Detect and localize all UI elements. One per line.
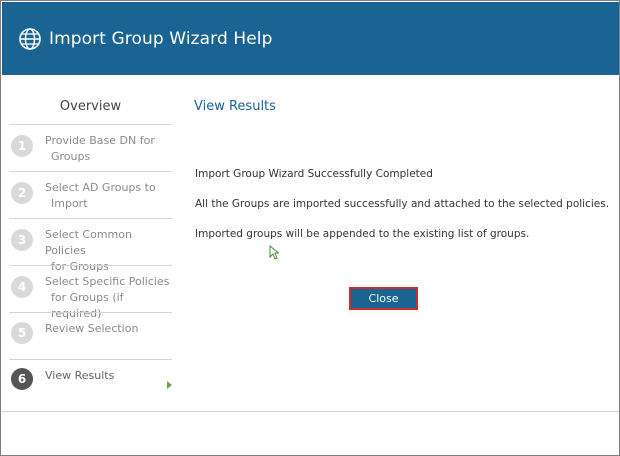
step-label: View Results	[45, 368, 170, 384]
step-label-line1: View Results	[45, 369, 115, 382]
step-label-line1: Select Common Policies	[45, 228, 132, 257]
close-button[interactable]: Close	[349, 287, 418, 310]
import-result-message: All the Groups are imported successfully…	[195, 198, 610, 210]
step-3[interactable]: 3 Select Common Policies for Groups	[9, 218, 172, 273]
step-number: 3	[11, 229, 33, 251]
step-label-line2: Groups	[51, 150, 91, 163]
step-label-line1: Provide Base DN for	[45, 134, 155, 147]
help-dialog: Import Group Wizard Help Overview 1 Prov…	[0, 0, 620, 456]
step-4[interactable]: 4 Select Specific Policies for Groups (i…	[9, 265, 172, 320]
step-2[interactable]: 2 Select AD Groups to Import	[9, 171, 172, 218]
step-number: 4	[11, 276, 33, 298]
success-message: Import Group Wizard Successfully Complet…	[195, 168, 433, 180]
step-label: Review Selection	[45, 321, 170, 337]
step-number: 1	[11, 135, 33, 157]
globe-icon	[19, 28, 41, 50]
step-number: 2	[11, 182, 33, 204]
step-number: 5	[11, 322, 33, 344]
footer-divider	[2, 411, 619, 412]
append-note-message: Imported groups will be appended to the …	[195, 228, 530, 240]
step-1[interactable]: 1 Provide Base DN for Groups	[9, 124, 172, 171]
step-label-line1: Review Selection	[45, 322, 139, 335]
step-label-line2: Import	[51, 197, 88, 210]
step-label: Provide Base DN for Groups	[45, 133, 170, 165]
step-label-line1: Select Specific Policies	[45, 275, 170, 288]
dialog-title: Import Group Wizard Help	[49, 29, 273, 49]
dialog-header: Import Group Wizard Help	[2, 2, 619, 75]
step-label-line1: Select AD Groups to	[45, 181, 156, 194]
overview-link[interactable]: Overview	[9, 89, 172, 124]
step-6[interactable]: 6 View Results	[9, 359, 172, 403]
active-step-arrow-icon	[167, 381, 172, 389]
step-number: 6	[11, 368, 33, 390]
mouse-cursor-icon	[269, 245, 279, 260]
step-label: Select AD Groups to Import	[45, 180, 170, 212]
wizard-steps-sidebar: Overview	[9, 89, 172, 124]
content-title: View Results	[194, 99, 276, 114]
step-5[interactable]: 5 Review Selection	[9, 312, 172, 359]
